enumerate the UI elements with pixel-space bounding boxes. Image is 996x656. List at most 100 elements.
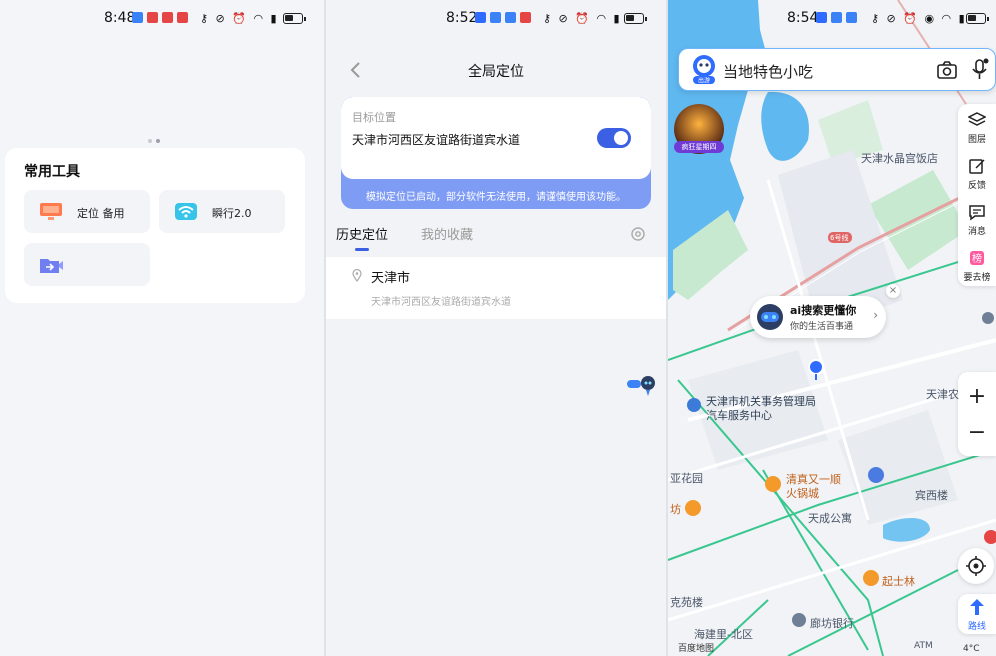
zoom-in-button[interactable]: + [958,384,996,409]
floating-assistant-icon[interactable] [626,374,656,398]
history-city: 天津市 [371,271,411,286]
feedback-icon [969,159,985,174]
close-icon[interactable]: × [886,284,900,298]
map-attribution: 百度地图 [678,644,715,654]
page-title: 全局定位 [468,64,524,80]
chevron-right-icon: › [873,308,878,322]
tool-video-folder[interactable] [24,243,150,286]
app-notification-icon [490,12,501,23]
app-notification-icon [831,12,842,23]
layers-label: 图层 [967,135,986,145]
app-notification-icon [132,12,143,23]
map-label: 海建里-北区 [694,628,753,641]
target-address: 天津市河西区友谊路街道宾水道 [352,133,521,147]
map-label: 起士林 [882,575,915,588]
ai-search-bubble[interactable]: ai搜索更懂你 你的生活百事通 › [750,296,886,338]
status-bar: 8:52 ⚷ ⊘ ⏰ ◠ ▮ [326,0,666,36]
system-status-icons: ⚷ ⊘ ⏰ ◉ ◠ ▮ [871,12,967,25]
battery-icon [966,13,989,24]
settings-icon[interactable] [630,226,646,242]
app-notification-icon [177,12,188,23]
route-button[interactable]: 路线 [958,594,996,634]
map-search-bar[interactable]: 出游 当地特色小吃 [678,48,996,91]
zoom-out-button[interactable]: − [958,420,996,445]
search-badge: 出游 [698,77,710,85]
tab-favorites[interactable]: 我的收藏 [421,224,473,243]
temperature: 4°C [963,644,980,654]
status-time: 8:54 [787,10,819,26]
map-label: 宾西楼 [915,489,948,502]
app-notification-icon [475,12,486,23]
map-label: 克苑楼 [670,596,703,609]
ranking-button[interactable]: 榜 要去榜 [958,242,996,286]
status-bar: 8:54 ⚷ ⊘ ⏰ ◉ ◠ ▮ [668,0,996,36]
warning-text: 模拟定位已启动，部分软件无法使用，请谨慎使用该功能。 [366,192,626,203]
crosshair-icon [966,556,986,576]
promo-label: 疯狂星期四 [674,141,724,153]
page-indicator [148,128,164,147]
feedback-label: 反馈 [967,181,986,191]
mock-location-toggle[interactable] [597,128,631,148]
map-label: ATM [914,641,933,651]
tool-label: 瞬行2.0 [212,207,252,220]
map-right-toolbar: 图层 反馈 消息 榜 要去榜 [958,104,996,286]
locate-me-button[interactable] [958,548,994,584]
app-notification-icon [162,12,173,23]
tools-title: 常用工具 [24,164,80,180]
history-list-item[interactable]: 天津市 天津市河西区友谊路街道宾水道 [326,257,666,319]
camera-icon[interactable] [937,60,957,80]
map-label: 廊坊银行 [810,617,854,630]
app-notification-icon [505,12,516,23]
target-label: 目标位置 [352,111,396,124]
target-location-card: 目标位置 天津市河西区友谊路街道宾水道 模拟定位已启动，部分软件无法使用，请谨慎… [341,97,651,209]
message-icon [969,205,985,221]
status-bar: 8:48 ⚷ ⊘ ⏰ ◠ ▮ [0,0,324,36]
layers-icon [968,112,986,126]
route-label: 路线 [967,622,986,632]
status-time: 8:48 [104,10,136,26]
metro-line-badge: 6号线 [830,234,849,242]
tool-instant-move[interactable]: 瞬行2.0 [159,190,285,233]
travel-mascot-icon: 出游 [693,55,715,85]
location-pin-icon [352,269,362,282]
battery-icon [283,13,306,24]
app-notification-icon [520,12,531,23]
app-notification-icon [816,12,827,23]
map-label: 火锅城 [786,487,819,500]
common-tools-card: 常用工具 定位 备用 瞬行2.0 [5,148,305,303]
messages-label: 消息 [967,227,986,237]
system-status-icons: ⚷ ⊘ ⏰ ◠ ▮ [543,12,622,25]
wifi-icon [175,203,197,220]
tool-location-backup[interactable]: 定位 备用 [24,190,150,233]
monitor-icon [40,203,62,220]
tab-history[interactable]: 历史定位 [336,224,388,243]
ai-bubble-subtitle: 你的生活百事通 [790,322,854,332]
tool-label: 定位 备用 [77,207,125,220]
app-notification-icon [846,12,857,23]
panel-common-tools: 8:48 ⚷ ⊘ ⏰ ◠ ▮ 常用工具 定位 备用 瞬行2.0 [0,0,324,656]
app-notification-icon [147,12,158,23]
layers-button[interactable]: 图层 [958,104,996,148]
search-input[interactable]: 当地特色小吃 [723,61,813,82]
battery-icon [624,13,647,24]
messages-button[interactable]: 消息 [958,196,996,240]
map-label: 亚花园 [670,472,703,485]
map-label: 天成公寓 [808,512,852,525]
map-label: 坊 [670,503,681,516]
feedback-button[interactable]: 反馈 [958,150,996,194]
panel-map: 8:54 ⚷ ⊘ ⏰ ◉ ◠ ▮ 出游 当地特色小吃 疯狂星期四 图层 反馈 消… [668,0,996,656]
microphone-icon[interactable] [971,58,989,82]
panel-global-location: 8:52 ⚷ ⊘ ⏰ ◠ ▮ 全局定位 目标位置 天津市河西区友谊路街道宾水道 … [326,0,666,656]
zoom-controls: + − [958,372,996,456]
ranking-label: 要去榜 [963,273,991,283]
active-tab-indicator [355,248,369,251]
map-label: 汽车服务中心 [706,409,772,422]
ranking-icon: 榜 [970,251,984,265]
history-address: 天津市河西区友谊路街道宾水道 [371,297,511,308]
map-label: 天津农 [926,388,959,401]
target-location-box: 目标位置 天津市河西区友谊路街道宾水道 [341,97,651,179]
status-time: 8:52 [446,10,478,26]
ai-bubble-title: ai搜索更懂你 [790,304,857,317]
ai-robot-icon [757,304,783,330]
location-tabs: 历史定位 我的收藏 [336,224,656,251]
